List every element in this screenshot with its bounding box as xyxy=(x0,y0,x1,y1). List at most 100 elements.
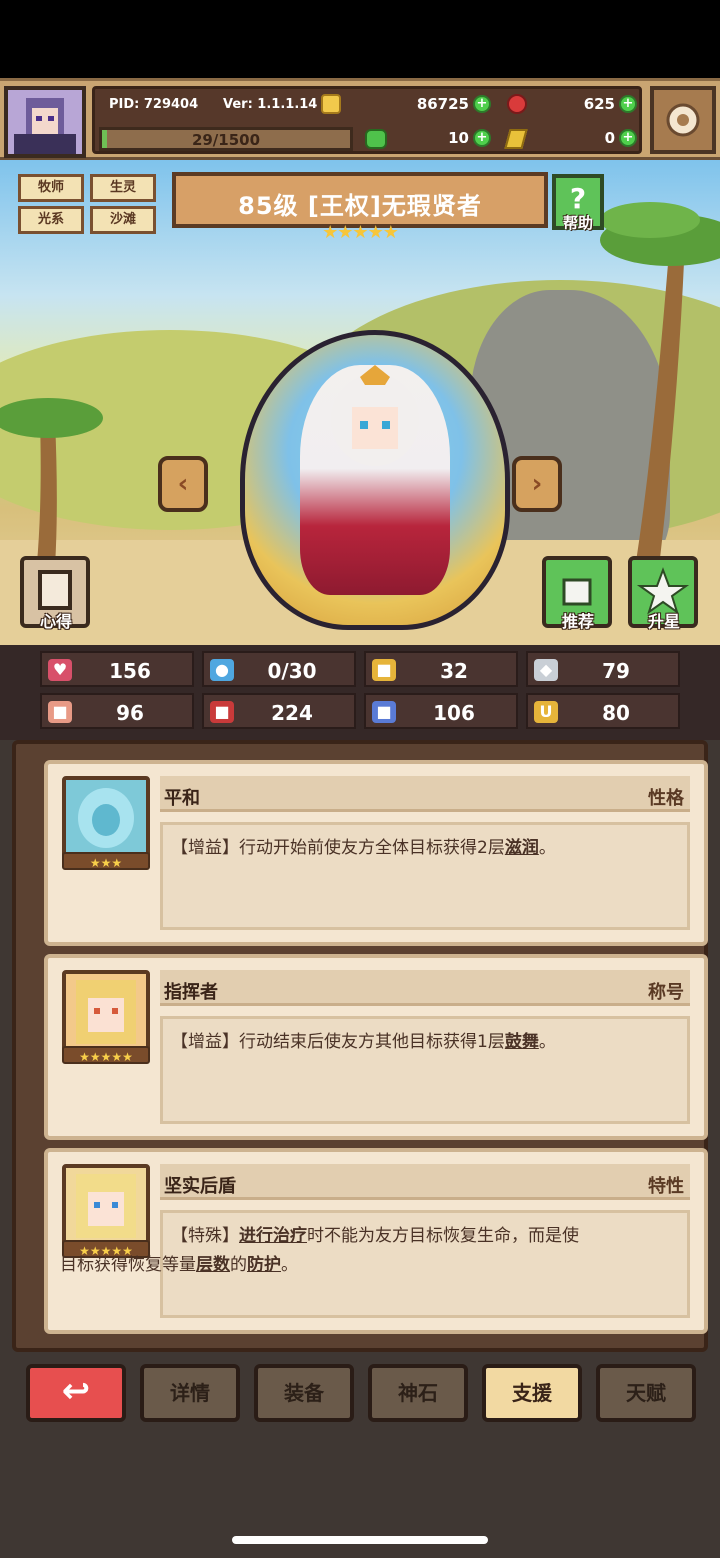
player-avatar[interactable] xyxy=(4,86,86,158)
armor-icon: ■ xyxy=(372,701,396,723)
stat-value: 106 xyxy=(433,701,475,725)
gear-icon xyxy=(666,103,700,137)
key-value: 0 xyxy=(604,129,615,147)
trait-card-feature[interactable]: ★★★★★ 坚实后盾 特性 【特殊】进行治疗时不能为友方目标恢复生命，而是使 xyxy=(44,1148,708,1334)
text-part: 【增益】行动结束后使友方其他目标获得1层 xyxy=(171,1032,505,1052)
text-part: 。 xyxy=(538,838,556,858)
keyword-link[interactable]: 进行治疗 xyxy=(239,1226,307,1246)
resource-bar: PID: 729404 Ver: 1.1.1.14 86725 + 625 + … xyxy=(0,78,720,160)
help-label: 帮助 xyxy=(562,214,593,232)
keyword-link[interactable]: 层数 xyxy=(196,1255,230,1275)
gold-value: 86725 xyxy=(416,95,469,113)
keyword-link[interactable]: 鼓舞 xyxy=(505,1032,539,1052)
tab-talent[interactable]: 天赋 xyxy=(596,1364,696,1422)
clover-icon xyxy=(365,129,387,149)
insight-label: 心得 xyxy=(39,612,72,631)
card-description: 【增益】行动开始前使友方全体目标获得2层滋润。 xyxy=(160,822,690,930)
tab-godstone[interactable]: 神石 xyxy=(368,1364,468,1422)
card-header: 坚实后盾 特性 xyxy=(160,1164,690,1200)
stat-attack: ■ 96 xyxy=(40,693,194,729)
clover-amount: 10 + xyxy=(421,129,491,147)
back-arrow-icon: ↩ xyxy=(61,1371,91,1411)
card-stars: ★★★ xyxy=(62,852,150,870)
add-gold-button[interactable]: + xyxy=(473,95,491,113)
recommend-label: 推荐 xyxy=(561,612,594,631)
stat-armor: ■ 106 xyxy=(364,693,518,729)
wing-icon: ◆ xyxy=(534,659,558,681)
stat-value: 0/30 xyxy=(267,659,317,683)
home-indicator[interactable] xyxy=(232,1536,488,1544)
hero-stats: ♥ 156 ● 0/30 ■ 32 ◆ 79 ■ 96 ■ 224 ■ 106 … xyxy=(0,645,720,740)
status-bar xyxy=(0,0,720,78)
magnet-icon: U xyxy=(534,701,558,723)
clover-value: 10 xyxy=(448,129,469,147)
card-type: 称号 xyxy=(648,982,684,1003)
title-portrait xyxy=(62,970,150,1058)
stat-resist: U 80 xyxy=(526,693,680,729)
stat-magic: ■ 224 xyxy=(202,693,356,729)
hero-title: 85级 [王权]无瑕贤者 xyxy=(238,192,482,220)
chevron-right-icon: › xyxy=(531,469,543,499)
add-gem-button[interactable]: + xyxy=(619,95,637,113)
keyword-link[interactable]: 防护 xyxy=(247,1255,281,1275)
back-button[interactable]: ↩ xyxy=(26,1364,126,1422)
card-type: 性格 xyxy=(648,788,684,809)
stamina-text: 29/1500 xyxy=(191,131,261,149)
hero-portrait-icon xyxy=(331,365,419,466)
next-hero-button[interactable]: › xyxy=(512,456,562,512)
stat-value: 224 xyxy=(271,701,313,725)
avatar-portrait-icon xyxy=(8,90,82,154)
star-up-label: 升星 xyxy=(647,612,680,631)
card-name: 平和 xyxy=(164,788,200,809)
text-part: 目标获得恢复等量 xyxy=(60,1255,196,1275)
tab-equipment[interactable]: 装备 xyxy=(254,1364,354,1422)
text-part: 时不能为友方目标恢复生命，而是使 xyxy=(307,1226,579,1246)
personality-portrait xyxy=(62,776,150,864)
keyword-link[interactable]: 滋润 xyxy=(505,838,539,858)
card-name: 坚实后盾 xyxy=(164,1176,236,1197)
gem-amount: 625 + xyxy=(545,95,637,113)
stat-value: 96 xyxy=(116,701,144,725)
heart-icon: ♥ xyxy=(48,659,72,681)
stat-value: 32 xyxy=(440,659,468,683)
water-drop-icon: ● xyxy=(210,659,234,681)
description-text: 【增益】行动结束后使友方其他目标获得1层鼓舞。 xyxy=(171,1027,679,1057)
text-part: 【特殊】 xyxy=(171,1226,239,1246)
hero-character[interactable] xyxy=(300,365,450,595)
trait-card-title[interactable]: ★★★★★ 指挥者 称号 【增益】行动结束后使友方其他目标获得1层鼓舞。 xyxy=(44,954,708,1140)
gold-amount: 86725 + xyxy=(395,95,491,113)
description-text-line2: 目标获得恢复等量层数的防护。 xyxy=(60,1250,700,1280)
hero-scene: 牧师 生灵 光系 沙滩 85级 [王权]无瑕贤者 ★★★★★ ? 帮助 ‹ › … xyxy=(0,160,720,645)
card-description: 【增益】行动结束后使友方其他目标获得1层鼓舞。 xyxy=(160,1016,690,1124)
add-key-button[interactable]: + xyxy=(619,129,637,147)
commander-portrait-icon xyxy=(76,980,136,1044)
water-spirit-icon xyxy=(78,788,134,848)
stat-mana: ● 0/30 xyxy=(202,651,356,687)
tag-element: 光系 xyxy=(18,206,84,234)
settings-button[interactable] xyxy=(650,86,716,154)
text-part: 【增益】行动开始前使友方全体目标获得2层 xyxy=(171,838,505,858)
stat-speed: ◆ 79 xyxy=(526,651,680,687)
shield-icon: ■ xyxy=(372,659,396,681)
stat-defense: ■ 32 xyxy=(364,651,518,687)
tab-details[interactable]: 详情 xyxy=(140,1364,240,1422)
player-id: PID: 729404 xyxy=(109,97,199,112)
text-part: 。 xyxy=(281,1255,298,1275)
previous-hero-button[interactable]: ‹ xyxy=(158,456,208,512)
key-icon xyxy=(504,129,528,149)
hero-star-rating: ★★★★★ xyxy=(322,222,399,243)
stat-value: 80 xyxy=(602,701,630,725)
resource-panel: PID: 729404 Ver: 1.1.1.14 86725 + 625 + … xyxy=(92,86,642,154)
add-clover-button[interactable]: + xyxy=(473,129,491,147)
card-name: 指挥者 xyxy=(164,982,218,1003)
healer-portrait-icon xyxy=(76,1174,136,1238)
card-header: 指挥者 称号 xyxy=(160,970,690,1006)
trait-card-personality[interactable]: ★★★ 平和 性格 【增益】行动开始前使友方全体目标获得2层滋润。 xyxy=(44,760,708,946)
stat-hp: ♥ 156 xyxy=(40,651,194,687)
tag-theme: 沙滩 xyxy=(90,206,156,234)
key-amount: 0 + xyxy=(565,129,637,147)
card-header: 平和 性格 xyxy=(160,776,690,812)
description-text: 【增益】行动开始前使友方全体目标获得2层滋润。 xyxy=(171,833,679,863)
tab-support[interactable]: 支援 xyxy=(482,1364,582,1422)
fist-icon: ■ xyxy=(48,701,72,723)
